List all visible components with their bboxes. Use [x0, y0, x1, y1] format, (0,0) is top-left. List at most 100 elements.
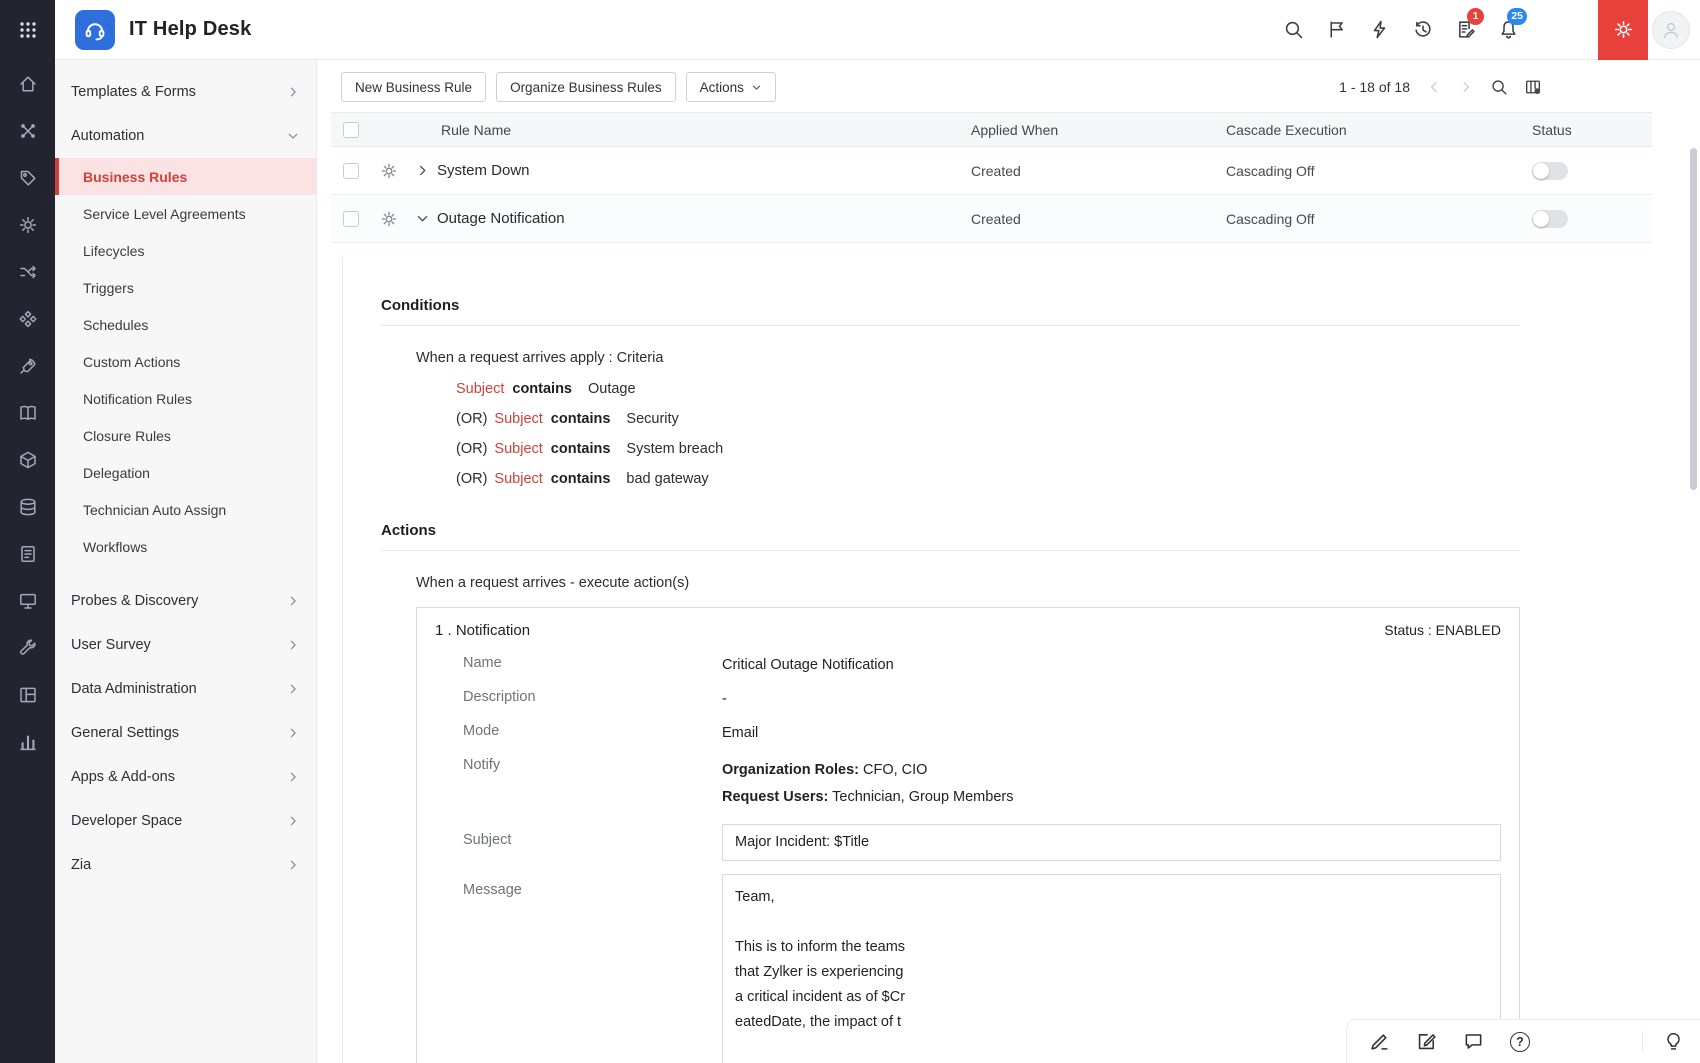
chevron-right-icon: [286, 638, 300, 652]
select-all-checkbox[interactable]: [343, 122, 359, 138]
criteria-field: Subject: [456, 381, 504, 397]
new-business-rule-button[interactable]: New Business Rule: [341, 72, 486, 102]
sidebar-item-delegation[interactable]: Delegation: [55, 454, 316, 491]
rule-gear-icon[interactable]: [371, 162, 407, 180]
criteria-value: bad gateway: [626, 471, 708, 487]
app-logo[interactable]: [75, 10, 115, 50]
tag-icon[interactable]: [0, 154, 55, 201]
sidebar-item-custom-actions[interactable]: Custom Actions: [55, 343, 316, 380]
table-row-outage-notification[interactable]: Outage Notification Created Cascading Of…: [331, 195, 1652, 243]
list-search-icon[interactable]: [1490, 78, 1508, 96]
chevron-right-icon: [286, 85, 300, 99]
column-settings-icon[interactable]: [1524, 78, 1542, 96]
layout-icon[interactable]: [0, 671, 55, 718]
notification-action-card: 1 . Notification Status : ENABLED Name C…: [416, 607, 1520, 1063]
pagination-label: 1 - 18 of 18: [1339, 79, 1410, 95]
conditions-intro: When a request arrives apply : Criteria: [416, 350, 1520, 366]
rocket-icon[interactable]: [0, 342, 55, 389]
notifications-bell-icon[interactable]: 25: [1487, 0, 1530, 60]
column-rule-name[interactable]: Rule Name: [371, 122, 971, 138]
column-applied-when[interactable]: Applied When: [971, 122, 1226, 138]
column-cascade-execution[interactable]: Cascade Execution: [1226, 122, 1526, 138]
rule-applied-when: Created: [971, 163, 1226, 179]
criteria-operator: contains: [512, 381, 572, 397]
rule-detail-panel: Conditions When a request arrives apply …: [342, 257, 1520, 1063]
collapse-chevron-down-icon[interactable]: [407, 211, 437, 226]
search-icon[interactable]: [1272, 0, 1315, 60]
sidebar-item-workflows[interactable]: Workflows: [55, 528, 316, 565]
sidebar-group-developer-space[interactable]: Developer Space: [55, 799, 316, 843]
person-icon: [1661, 20, 1681, 40]
criteria-operator: contains: [551, 411, 611, 427]
knowledge-book-icon[interactable]: [0, 389, 55, 436]
shuffle-icon[interactable]: [0, 248, 55, 295]
row-checkbox[interactable]: [343, 211, 359, 227]
zia-bolt-icon[interactable]: [1358, 0, 1401, 60]
chat-icon[interactable]: [1463, 1031, 1484, 1052]
column-status[interactable]: Status: [1526, 122, 1652, 138]
table-row-system-down[interactable]: System Down Created Cascading Off: [331, 147, 1652, 195]
assets-package-icon[interactable]: [0, 436, 55, 483]
zia-write-icon[interactable]: [1369, 1031, 1390, 1052]
field-row-message: Message Team, This is to inform the team…: [435, 874, 1501, 1063]
suggestions-bulb-icon[interactable]: [1642, 1031, 1684, 1052]
settings-gear-icon[interactable]: [1598, 0, 1648, 60]
sidebar-item-business-rules[interactable]: Business Rules: [55, 158, 316, 195]
automation-gear-icon[interactable]: [0, 201, 55, 248]
rules-table: Rule Name Applied When Cascade Execution…: [331, 112, 1652, 243]
sidebar-group-data-administration[interactable]: Data Administration: [55, 667, 316, 711]
home-icon[interactable]: [0, 60, 55, 107]
remote-desktop-icon[interactable]: [0, 577, 55, 624]
history-icon[interactable]: [1401, 0, 1444, 60]
rule-cascade: Cascading Off: [1226, 211, 1526, 227]
app-header: IT Help Desk 1 25: [55, 0, 1700, 60]
status-toggle[interactable]: [1532, 210, 1568, 228]
prev-page-icon[interactable]: [1426, 79, 1442, 95]
sidebar-group-zia[interactable]: Zia: [55, 843, 316, 887]
sidebar-item-lifecycles[interactable]: Lifecycles: [55, 232, 316, 269]
criteria-row: (OR)Subjectcontainsbad gateway: [456, 464, 1520, 494]
sidebar-group-probes-discovery[interactable]: Probes & Discovery: [55, 579, 316, 623]
rule-gear-icon[interactable]: [371, 210, 407, 228]
rule-name[interactable]: Outage Notification: [437, 210, 971, 227]
sidebar-item-schedules[interactable]: Schedules: [55, 306, 316, 343]
sidebar-group-general-settings[interactable]: General Settings: [55, 711, 316, 755]
vertical-scrollbar-thumb[interactable]: [1690, 148, 1697, 490]
script-icon[interactable]: 1: [1444, 0, 1487, 60]
criteria-field: Subject: [494, 411, 542, 427]
row-checkbox[interactable]: [343, 163, 359, 179]
expand-chevron-right-icon[interactable]: [407, 163, 437, 178]
next-page-icon[interactable]: [1458, 79, 1474, 95]
billing-icon[interactable]: [0, 530, 55, 577]
criteria-field: Subject: [494, 441, 542, 457]
sidebar-item-notification-rules[interactable]: Notification Rules: [55, 380, 316, 417]
sidebar-item-triggers[interactable]: Triggers: [55, 269, 316, 306]
notifications-badge: 25: [1507, 8, 1527, 25]
criteria-operator: contains: [551, 441, 611, 457]
sidebar-item-closure-rules[interactable]: Closure Rules: [55, 417, 316, 454]
sidebar-item-service-level-agreements[interactable]: Service Level Agreements: [55, 195, 316, 232]
sidebar-group-user-survey[interactable]: User Survey: [55, 623, 316, 667]
apps-grid-icon[interactable]: [0, 0, 55, 60]
sidebar-item-technician-auto-assign[interactable]: Technician Auto Assign: [55, 491, 316, 528]
actions-dropdown[interactable]: Actions: [686, 72, 776, 102]
organize-business-rules-button[interactable]: Organize Business Rules: [496, 72, 676, 102]
whats-new-icon[interactable]: [1315, 0, 1358, 60]
avatar[interactable]: [1652, 11, 1690, 49]
sidebar-group-templates-forms[interactable]: Templates & Forms: [55, 70, 316, 114]
customization-icon[interactable]: [0, 107, 55, 154]
status-toggle[interactable]: [1532, 162, 1568, 180]
settings-sidebar: Templates & Forms Automation Business Ru…: [55, 60, 317, 1063]
sidebar-group-apps-addons[interactable]: Apps & Add-ons: [55, 755, 316, 799]
extensions-icon[interactable]: [0, 295, 55, 342]
help-icon[interactable]: ?: [1510, 1032, 1530, 1052]
database-icon[interactable]: [0, 483, 55, 530]
tools-wrench-icon[interactable]: [0, 624, 55, 671]
criteria-row: (OR)SubjectcontainsSecurity: [456, 404, 1520, 434]
conditions-heading: Conditions: [381, 297, 1520, 326]
reports-chart-icon[interactable]: [0, 718, 55, 765]
sidebar-group-automation[interactable]: Automation: [55, 114, 316, 158]
rule-name[interactable]: System Down: [437, 162, 971, 179]
feedback-compose-icon[interactable]: [1416, 1031, 1437, 1052]
rule-applied-when: Created: [971, 211, 1226, 227]
